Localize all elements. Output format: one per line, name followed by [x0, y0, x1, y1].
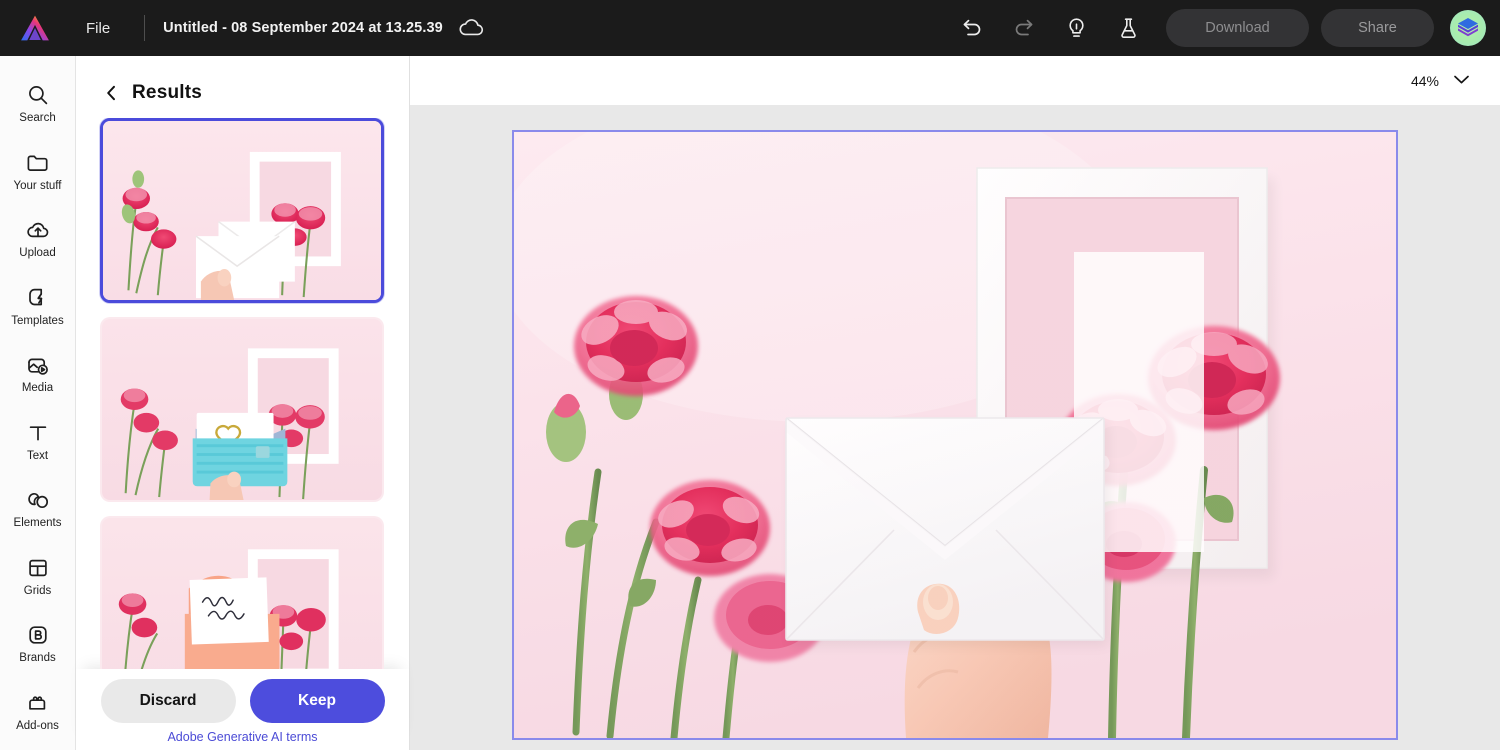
header-divider	[144, 15, 145, 41]
top-bar: File Untitled - 08 September 2024 at 13.…	[0, 0, 1500, 56]
avatar[interactable]	[1450, 10, 1486, 46]
sidebar-item-label: Elements	[14, 518, 62, 530]
cloud-saved-icon	[459, 15, 485, 41]
sidebar-item-label: Add-ons	[16, 721, 59, 733]
artwork-image	[514, 132, 1396, 738]
sidebar-item-text[interactable]: Text	[1, 412, 75, 469]
sidebar-item-label: Search	[19, 113, 55, 125]
addons-icon	[26, 691, 49, 715]
sidebar-item-addons[interactable]: Add-ons	[1, 682, 75, 739]
results-panel-header: Results	[76, 56, 409, 118]
share-button[interactable]: Share	[1321, 9, 1434, 47]
sidebar-item-templates[interactable]: Templates	[1, 277, 75, 334]
grids-icon	[27, 556, 49, 580]
sidebar-item-label: Templates	[11, 316, 63, 328]
sidebar-item-label: Your stuff	[14, 181, 62, 193]
result-thumbnail-3[interactable]	[100, 516, 384, 669]
artboard-selection[interactable]	[514, 132, 1396, 738]
chevron-left-icon[interactable]	[102, 84, 120, 102]
elements-icon	[26, 488, 49, 512]
canvas-area[interactable]	[410, 105, 1500, 750]
result-thumbnail-1[interactable]	[100, 118, 384, 303]
undo-icon[interactable]	[957, 13, 987, 43]
result-thumbnail-2[interactable]	[100, 317, 384, 502]
adobe-express-logo[interactable]	[18, 13, 52, 43]
cloud-upload-icon	[26, 218, 50, 242]
brands-icon	[27, 623, 49, 647]
sidebar-item-upload[interactable]: Upload	[1, 209, 75, 266]
text-icon	[27, 421, 49, 445]
app-body: Search Your stuff Upload	[0, 56, 1500, 750]
sidebar-item-search[interactable]: Search	[1, 74, 75, 131]
sidebar-item-your-stuff[interactable]: Your stuff	[1, 142, 75, 199]
chevron-down-icon[interactable]	[1453, 72, 1470, 90]
lightbulb-icon[interactable]	[1061, 13, 1091, 43]
document-title[interactable]: Untitled - 08 September 2024 at 13.25.39	[163, 20, 443, 36]
zoom-level-value: 44%	[1411, 73, 1439, 89]
sidebar-item-media[interactable]: Media	[1, 344, 75, 401]
canvas-toolbar: 44%	[410, 56, 1500, 105]
result-3-image	[102, 518, 382, 669]
left-rail: Search Your stuff Upload	[0, 56, 76, 750]
flask-icon[interactable]	[1113, 13, 1143, 43]
results-panel: Results	[76, 56, 410, 750]
sidebar-item-label: Media	[22, 383, 53, 395]
search-icon	[27, 83, 49, 107]
redo-icon[interactable]	[1009, 13, 1039, 43]
discard-button[interactable]: Discard	[101, 679, 236, 723]
file-menu[interactable]: File	[74, 14, 122, 43]
templates-icon	[26, 286, 49, 310]
app-root: File Untitled - 08 September 2024 at 13.…	[0, 0, 1500, 750]
sidebar-item-brands[interactable]: Brands	[1, 614, 75, 671]
sidebar-item-grids[interactable]: Grids	[1, 547, 75, 604]
sidebar-item-label: Brands	[19, 653, 55, 665]
sidebar-item-label: Upload	[19, 248, 55, 260]
download-button[interactable]: Download	[1166, 9, 1309, 47]
page-title: Results	[132, 82, 202, 104]
generative-ai-terms-link[interactable]: Adobe Generative AI terms	[167, 730, 317, 744]
result-2-image	[102, 319, 382, 500]
folder-icon	[26, 151, 49, 175]
canvas-stage: 44%	[410, 56, 1500, 750]
zoom-control[interactable]: 44%	[1407, 67, 1474, 95]
results-panel-footer: Discard Keep Adobe Generative AI terms	[76, 669, 409, 750]
results-action-row: Discard Keep	[100, 679, 385, 723]
results-thumbnail-list[interactable]	[76, 118, 409, 669]
sidebar-item-label: Grids	[24, 586, 51, 598]
keep-button[interactable]: Keep	[250, 679, 385, 723]
sidebar-item-elements[interactable]: Elements	[1, 479, 75, 536]
sidebar-item-label: Text	[27, 451, 48, 463]
result-1-image	[103, 121, 381, 300]
media-icon	[26, 353, 50, 377]
avatar-graphic	[1455, 15, 1481, 41]
